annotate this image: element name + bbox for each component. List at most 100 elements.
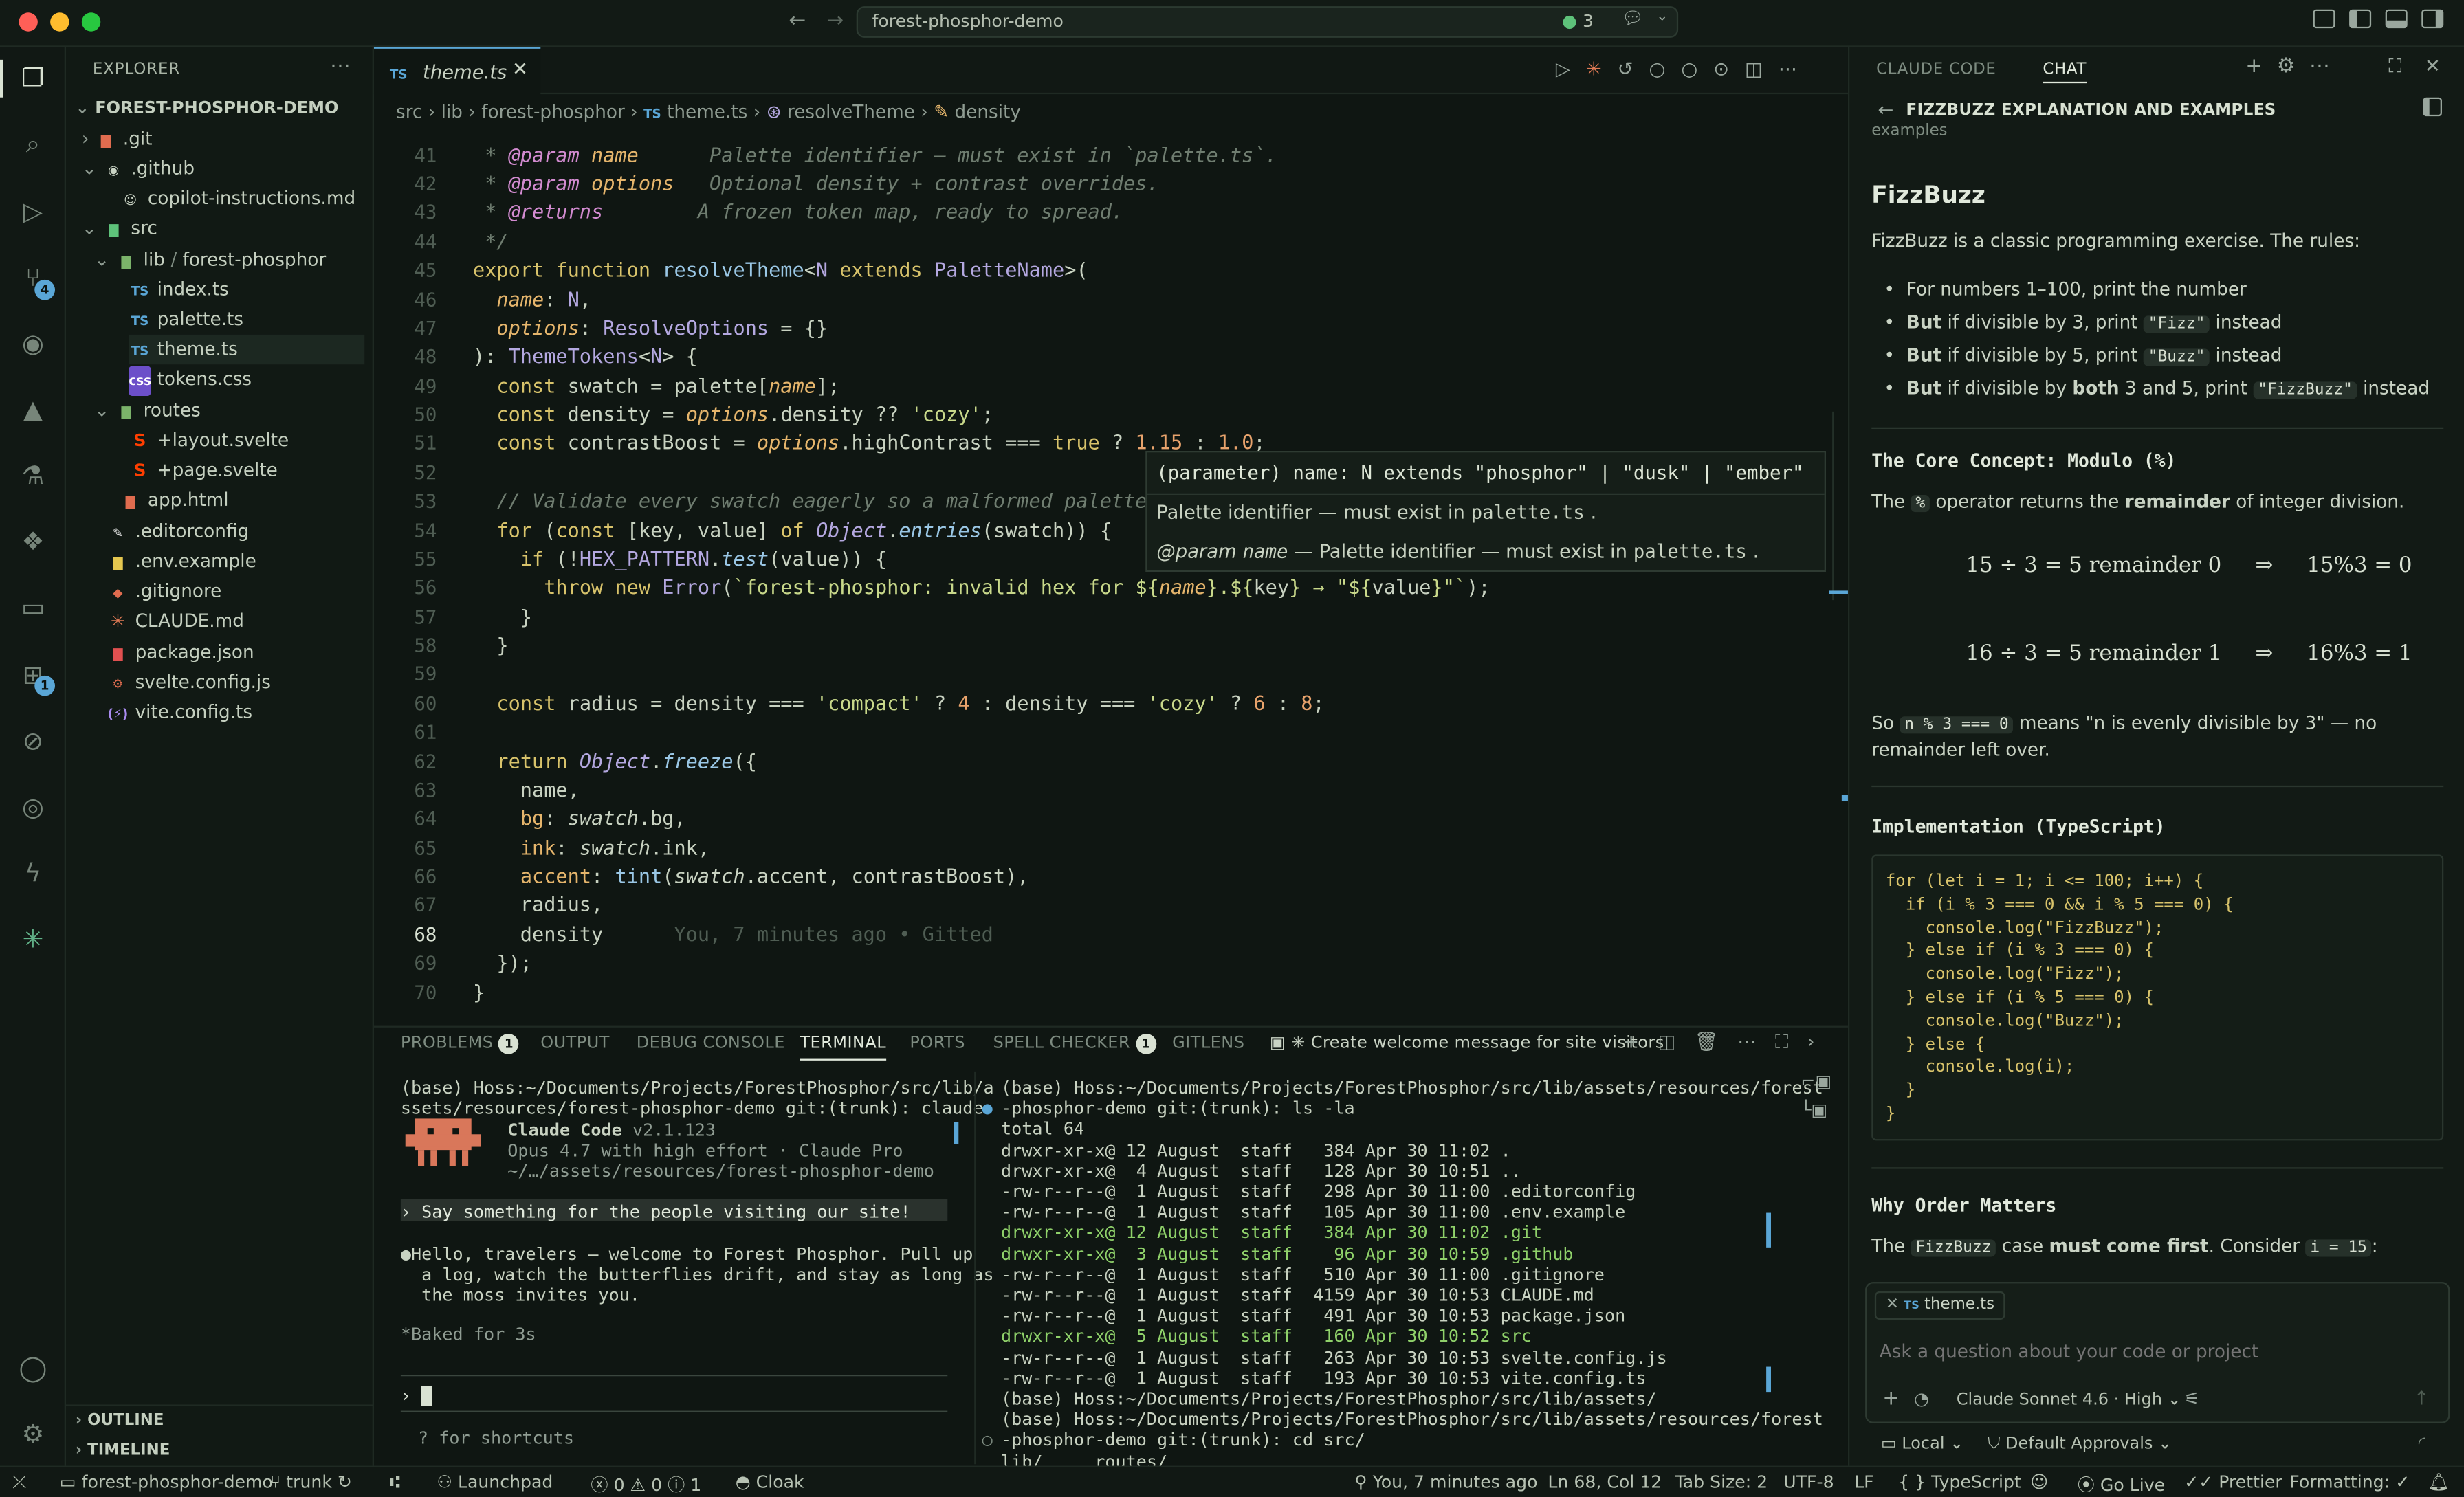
tree-item-layout-svelte[interactable]: S +layout.svelte [129, 425, 289, 455]
agent-mode-icon[interactable]: ◔ [1914, 1389, 1929, 1410]
tree-item-theme-ts[interactable]: TS theme.ts [129, 334, 365, 365]
account-icon[interactable]: ◯ [14, 1349, 52, 1387]
settings-gear-icon[interactable]: ⚙ [2277, 55, 2309, 78]
tree-item-github[interactable]: ⌄ ◉ .github [82, 154, 195, 184]
maximize-icon[interactable]: ⛶ [2388, 55, 2401, 78]
remove-attachment-icon[interactable]: ✕ [1886, 1296, 1899, 1313]
close-window-button[interactable] [19, 12, 38, 32]
status-go-live[interactable]: ⦿ Go Live [2078, 1472, 2165, 1497]
status-formatting[interactable]: Formatting: ✓ [2289, 1472, 2410, 1493]
tree-item-git[interactable]: › ▇ .git [82, 124, 153, 154]
copilot-status-icon[interactable]: ☺ [2030, 1472, 2048, 1493]
layout-toggle-icon[interactable] [2313, 9, 2335, 29]
close-panel-icon[interactable]: ✕ [2425, 55, 2441, 77]
tree-item-index-ts[interactable]: TS index.ts [129, 275, 229, 304]
maximize-window-button[interactable] [81, 12, 101, 32]
tools-icon[interactable]: ⚟ [2184, 1389, 2200, 1410]
tab-claude-code[interactable]: CLAUDE CODE [1876, 61, 1996, 78]
forward-arrow-icon[interactable]: → [826, 10, 844, 33]
toggle-sidebar-icon[interactable] [2423, 97, 2442, 117]
tree-item-claude-md[interactable]: ✳ CLAUDE.md [107, 606, 244, 636]
tab-ports[interactable]: PORTS [910, 1034, 965, 1052]
status-branch[interactable]: ⑂ trunk ↻ [270, 1472, 352, 1493]
status-encoding[interactable]: UTF-8 [1783, 1472, 1834, 1493]
timeline-section[interactable]: › TIMELINE [76, 1436, 170, 1465]
more-actions-icon[interactable]: ⋯ [1779, 58, 1813, 80]
tree-item-copilot-instructions[interactable]: ☺ copilot-instructions.md [120, 184, 355, 213]
breadcrumb-file[interactable]: theme.ts [667, 100, 747, 122]
back-arrow-icon[interactable]: ← [789, 10, 806, 33]
more-actions-icon[interactable]: ⋯ [2309, 55, 2344, 78]
prev-change-icon[interactable]: ○ [1649, 58, 1682, 80]
history-icon[interactable]: ↺ [1618, 58, 1649, 80]
tab-output[interactable]: OUTPUT [540, 1034, 610, 1052]
toggle-sidebar-icon[interactable] [2349, 9, 2372, 29]
back-arrow-icon[interactable]: ← [1878, 99, 1893, 121]
status-cursor-position[interactable]: Ln 68, Col 12 [1548, 1472, 1662, 1493]
tree-item-tokens-css[interactable]: css tokens.css [129, 364, 252, 396]
tree-item-package-json[interactable]: ▇ package.json [107, 638, 254, 667]
approvals-picker[interactable]: ⛉ Default Approvals ⌄ [1988, 1434, 2172, 1455]
status-eol[interactable]: LF [1854, 1472, 1874, 1493]
tab-theme-ts[interactable]: TS theme.ts ✕ [373, 47, 541, 96]
thunder-client-icon[interactable]: ϟ [14, 854, 52, 892]
tree-item-routes[interactable]: ⌄ ▇ routes [94, 396, 201, 425]
status-graph-icon[interactable]: ⑆ [390, 1472, 400, 1493]
tree-item-lib-forest-phosphor[interactable]: ⌄ ▇ lib / forest-phosphor [94, 245, 326, 275]
terminal-instance-claude-icon[interactable]: ⌐▣ [1801, 1072, 1832, 1092]
breadcrumb-lib[interactable]: lib [441, 100, 463, 122]
tree-item-svelte-config[interactable]: ⚙ svelte.config.js [107, 667, 271, 697]
breadcrumb-function[interactable]: resolveTheme [787, 100, 915, 122]
breadcrumb-forest-phosphor[interactable]: forest-phosphor [481, 100, 625, 122]
tab-problems[interactable]: PROBLEMS 1 [401, 1033, 520, 1054]
tab-spell-checker[interactable]: SPELL CHECKER 1 [993, 1033, 1156, 1054]
claude-spark-icon[interactable]: ✳ [14, 920, 52, 958]
attached-file-chip[interactable]: ✕ TS theme.ts [1874, 1291, 2006, 1320]
trash-icon[interactable]: 🗑︎ [1695, 1030, 1737, 1052]
close-panel-icon[interactable]: › [1807, 1030, 1834, 1052]
add-context-icon[interactable]: + [1882, 1387, 1900, 1410]
gitlens-icon[interactable]: ⊘ [14, 722, 52, 760]
claude-spark-icon[interactable]: ✳ [1586, 58, 1618, 80]
tree-item-editorconfig[interactable]: ✎ .editorconfig [107, 517, 249, 546]
claude-prompt-input[interactable]: › [401, 1385, 432, 1406]
next-change-icon[interactable]: ○ [1681, 58, 1713, 80]
github-icon[interactable]: ◉ [14, 325, 52, 363]
gitlens-inspect-icon[interactable]: ◎ [14, 788, 52, 826]
figma-icon[interactable]: ❖ [14, 523, 52, 561]
send-icon[interactable]: ↑ [2414, 1387, 2430, 1409]
outline-section[interactable]: › OUTLINE [76, 1406, 164, 1436]
tab-gitlens[interactable]: GITLENS [1172, 1034, 1244, 1052]
split-editor-icon[interactable]: ◫ [1745, 58, 1779, 80]
tree-item-palette-ts[interactable]: TS palette.ts [129, 304, 243, 334]
status-blame[interactable]: ⚲ You, 7 minutes ago [1354, 1472, 1537, 1493]
model-picker[interactable]: Claude Sonnet 4.6 · High ⌄ [1957, 1390, 2181, 1409]
run-icon[interactable]: ▷ [1556, 58, 1586, 80]
status-language[interactable]: { } TypeScript [1898, 1472, 2021, 1493]
close-tab-icon[interactable]: ✕ [512, 58, 528, 80]
tree-item-app-html[interactable]: ▇ app.html [120, 485, 229, 515]
status-launchpad[interactable]: ⚇ Launchpad [437, 1472, 553, 1493]
tree-item-env-example[interactable]: ▇ .env.example [107, 546, 256, 576]
tab-debug-console[interactable]: DEBUG CONSOLE [637, 1034, 785, 1052]
session-target-picker[interactable]: ▭ Local ⌄ [1881, 1434, 1964, 1453]
new-chat-icon[interactable]: + [2245, 55, 2276, 78]
maximize-panel-icon[interactable]: ⛶ [1775, 1030, 1807, 1052]
chevron-down-icon[interactable]: ⌄ [1656, 10, 1668, 25]
remote-explorer-icon[interactable]: ▭ [14, 589, 52, 627]
gitlens-compare-icon[interactable]: ⊙ [1713, 58, 1745, 80]
tree-item-gitignore[interactable]: ◆ .gitignore [107, 577, 221, 606]
tab-terminal[interactable]: TERMINAL [800, 1034, 887, 1061]
status-tab-size[interactable]: Tab Size: 2 [1675, 1472, 1768, 1493]
minimize-window-button[interactable] [50, 12, 69, 32]
chat-input[interactable] [1879, 1337, 2430, 1366]
terminal-instance-zsh-icon[interactable]: └▣ [1801, 1100, 1827, 1120]
chat-icon[interactable]: 💬︎ [1622, 8, 1644, 28]
status-repo[interactable]: ▭ forest-phosphor-demo [60, 1472, 273, 1493]
tree-item-vite-config[interactable]: (⚡) vite.config.ts [107, 698, 252, 727]
toggle-panel-icon[interactable] [2385, 9, 2408, 29]
settings-gear-icon[interactable]: ⚙ [14, 1415, 52, 1453]
toggle-secondary-sidebar-icon[interactable] [2421, 9, 2444, 29]
new-terminal-icon[interactable]: + [1623, 1030, 1658, 1052]
breadcrumb-src[interactable]: src [396, 100, 422, 122]
